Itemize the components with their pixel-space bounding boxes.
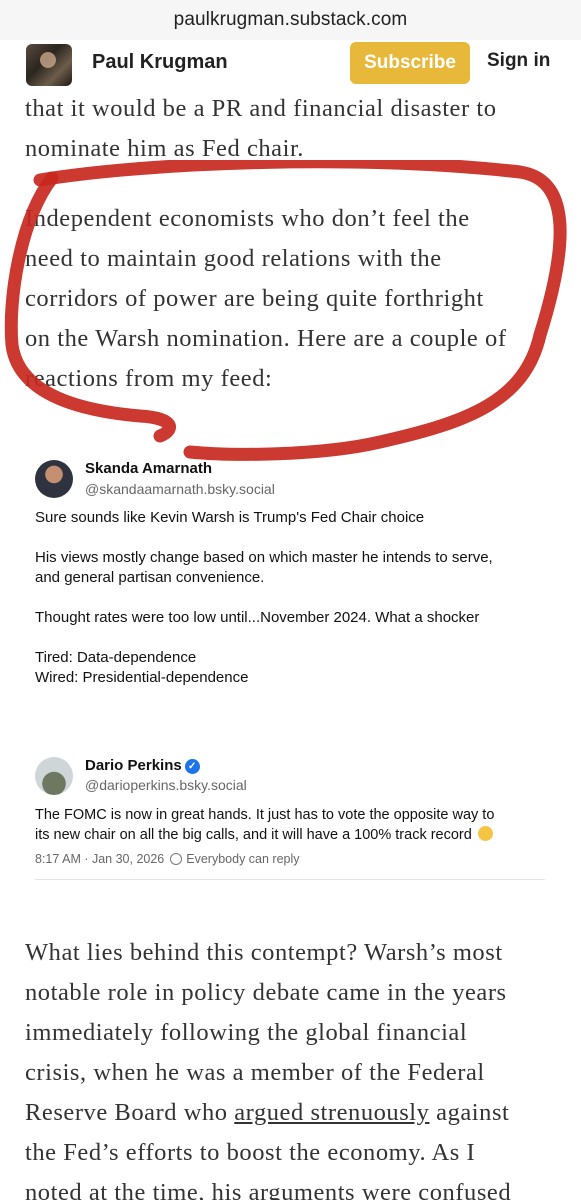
post-text-line: The FOMC is now in great hands. It just …	[35, 807, 495, 823]
embedded-post[interactable]: Dario Perkins ✓ @darioperkins.bsky.social…	[35, 755, 545, 880]
text-line: reactions from my feed:	[25, 365, 273, 392]
post-meta: 8:17 AM · Jan 30, 2026 Everybody can rep…	[35, 852, 300, 866]
post-timestamp[interactable]: 8:17 AM · Jan 30, 2026	[35, 852, 164, 866]
author-name[interactable]: Skanda Amarnath	[85, 460, 212, 477]
text-line: that it would be a PR and financial disa…	[25, 95, 497, 122]
text-line: Independent economists who don’t feel th…	[25, 205, 470, 232]
verified-check-icon: ✓	[184, 759, 200, 774]
argued-strenuously-link[interactable]: argued strenuously	[234, 1099, 429, 1126]
text-line: notable role in policy debate came in th…	[25, 979, 507, 1006]
article-paragraph-3: What lies behind this contempt? Warsh’s …	[25, 933, 565, 1200]
globe-icon	[170, 853, 183, 865]
post-text-line: His views mostly change based on which m…	[35, 549, 493, 566]
author-name-row[interactable]: Dario Perkins ✓	[85, 757, 200, 774]
post-text: The FOMC is now in great hands. It just …	[35, 805, 494, 845]
embedded-post[interactable]: Skanda Amarnath @skandaamarnath.bsky.soc…	[35, 458, 545, 698]
url-text: paulkrugman.substack.com	[173, 9, 408, 30]
sign-in-button[interactable]: Sign in	[487, 50, 550, 72]
site-header: Paul Krugman Subscribe Sign in	[0, 40, 581, 92]
grinning-face-emoji-icon	[477, 826, 493, 841]
publication-name[interactable]: Paul Krugman	[92, 51, 228, 74]
post-text-line: Tired: Data-dependence	[35, 649, 197, 666]
text-line: on the Warsh nomination. Here are a coup…	[25, 325, 507, 352]
text-line: corridors of power are being quite forth…	[25, 285, 484, 312]
article-paragraph-2: Independent economists who don’t feel th…	[25, 199, 565, 399]
text-line: noted at the time, his arguments were co…	[25, 1179, 512, 1200]
subscribe-button[interactable]: Subscribe	[350, 42, 470, 84]
post-text-line: Thought rates were too low until...Novem…	[35, 609, 480, 626]
text-line: immediately following the global financi…	[25, 1019, 468, 1046]
post-text: Sure sounds like Kevin Warsh is Trump's …	[35, 508, 493, 688]
author-avatar[interactable]	[35, 460, 73, 498]
text-line: the Fed’s efforts to boost the economy. …	[25, 1139, 476, 1166]
text-fragment: against	[429, 1099, 510, 1126]
article-paragraph-1: that it would be a PR and financial disa…	[25, 89, 565, 169]
post-text-line: its new chair on all the big calls, and …	[35, 827, 472, 843]
text-line: What lies behind this contempt? Warsh’s …	[25, 939, 503, 966]
author-name[interactable]: Dario Perkins	[85, 757, 182, 774]
publication-avatar[interactable]	[26, 44, 72, 86]
text-fragment: Reserve Board who	[25, 1099, 235, 1126]
post-text-line: Wired: Presidential-dependence	[35, 669, 249, 686]
text-line: crisis, when he was a member of the Fede…	[25, 1059, 485, 1086]
post-text-line-row: its new chair on all the big calls, and …	[35, 825, 494, 845]
author-handle[interactable]: @skandaamarnath.bsky.social	[85, 481, 275, 497]
address-bar[interactable]: paulkrugman.substack.com	[0, 0, 581, 40]
author-handle[interactable]: @darioperkins.bsky.social	[85, 777, 247, 793]
reply-setting: Everybody can reply	[186, 852, 300, 866]
text-line: nominate him as Fed chair.	[25, 135, 304, 162]
post-text-line: Sure sounds like Kevin Warsh is Trump's …	[35, 509, 425, 526]
post-text-line: and general partisan convenience.	[35, 569, 265, 586]
author-avatar[interactable]	[35, 757, 73, 795]
text-line-with-link: Reserve Board who argued strenuously aga…	[25, 1093, 565, 1133]
text-line: need to maintain good relations with the	[25, 245, 442, 272]
